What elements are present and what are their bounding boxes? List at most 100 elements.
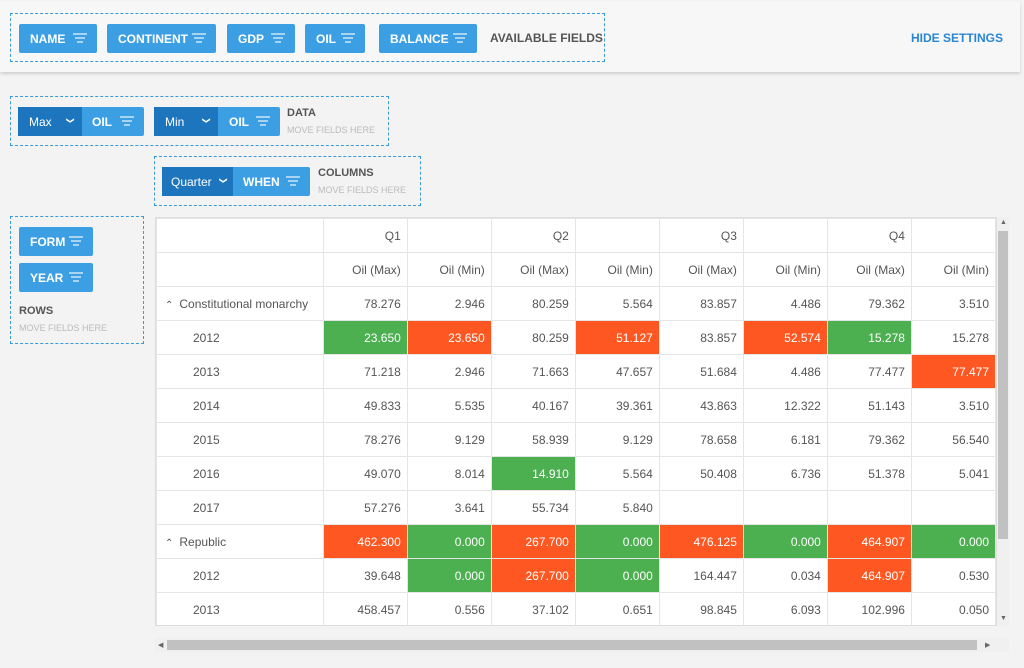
data-cell[interactable]: 23.650 — [322, 320, 408, 355]
data-cell[interactable]: 37.102 — [490, 592, 576, 625]
measure-header[interactable]: Oil (Min) — [406, 252, 492, 287]
measure-header[interactable]: Oil (Max) — [658, 252, 744, 287]
group-row-header[interactable]: ⌃ Constitutional monarchy — [156, 286, 324, 321]
data-cell[interactable]: 12.322 — [742, 388, 828, 423]
filter-icon[interactable] — [192, 33, 206, 43]
quarter-header[interactable]: Q3 — [658, 218, 744, 253]
data-cell[interactable]: 464.907 — [826, 558, 912, 593]
aggregation-dropdown[interactable]: Max ❯ — [18, 107, 82, 136]
data-cell[interactable]: 51.684 — [658, 354, 744, 389]
data-cell[interactable]: 39.648 — [322, 558, 408, 593]
data-cell[interactable]: 2.946 — [406, 354, 492, 389]
quarter-header[interactable]: Q4 — [826, 218, 912, 253]
filter-icon[interactable] — [271, 33, 285, 43]
collapse-icon[interactable]: ⌃ — [165, 538, 173, 549]
group-row-header[interactable]: ⌃ Republic — [156, 524, 324, 559]
data-cell[interactable]: 9.129 — [574, 422, 660, 457]
data-cell[interactable]: 4.486 — [742, 286, 828, 321]
data-cell[interactable] — [658, 490, 744, 525]
data-cell[interactable]: 79.362 — [826, 422, 912, 457]
data-cell[interactable]: 51.378 — [826, 456, 912, 491]
filter-icon[interactable] — [286, 176, 300, 186]
data-cell[interactable]: 78.658 — [658, 422, 744, 457]
data-cell[interactable]: 5.840 — [574, 490, 660, 525]
data-cell[interactable]: 56.540 — [910, 422, 996, 457]
data-cell[interactable]: 3.510 — [910, 388, 996, 423]
data-cell[interactable]: 49.833 — [322, 388, 408, 423]
filter-icon[interactable] — [453, 33, 467, 43]
data-field-chip[interactable]: Max ❯ OIL — [18, 107, 144, 136]
data-cell[interactable]: 57.276 — [322, 490, 408, 525]
vertical-scroll-thumb[interactable] — [998, 231, 1008, 539]
field-chip-oil[interactable]: OIL — [305, 24, 365, 53]
horizontal-scrollbar[interactable]: ◀ ▶ — [155, 638, 1009, 652]
data-cell[interactable]: 80.259 — [490, 286, 576, 321]
data-cell[interactable]: 6.093 — [742, 592, 828, 625]
data-cell[interactable]: 52.574 — [742, 320, 828, 355]
data-cell[interactable]: 0.000 — [574, 558, 660, 593]
data-cell[interactable]: 0.651 — [574, 592, 660, 625]
field-chip-name[interactable]: NAME — [19, 24, 97, 53]
filter-icon[interactable] — [256, 116, 270, 126]
scroll-left-icon[interactable]: ◀ — [158, 641, 163, 649]
data-cell[interactable]: 3.641 — [406, 490, 492, 525]
data-cell[interactable]: 0.000 — [406, 524, 492, 559]
data-cell[interactable]: 78.276 — [322, 422, 408, 457]
data-cell[interactable]: 0.000 — [742, 524, 828, 559]
data-cell[interactable]: 77.477 — [826, 354, 912, 389]
data-cell[interactable]: 58.939 — [490, 422, 576, 457]
data-cell[interactable]: 83.857 — [658, 286, 744, 321]
data-cell[interactable]: 0.000 — [574, 524, 660, 559]
data-cell[interactable]: 43.863 — [658, 388, 744, 423]
data-cell[interactable]: 6.181 — [742, 422, 828, 457]
column-field-chip[interactable]: Quarter ❯ WHEN — [162, 167, 310, 196]
data-cell[interactable]: 5.564 — [574, 286, 660, 321]
data-cell[interactable]: 15.278 — [826, 320, 912, 355]
row-field-chip-year[interactable]: YEAR — [19, 263, 93, 292]
filter-icon[interactable] — [120, 116, 134, 126]
data-cell[interactable]: 8.014 — [406, 456, 492, 491]
data-cell[interactable]: 40.167 — [490, 388, 576, 423]
data-cell[interactable]: 55.734 — [490, 490, 576, 525]
quarter-header[interactable]: Q2 — [490, 218, 576, 253]
data-cell[interactable]: 51.127 — [574, 320, 660, 355]
data-cell[interactable]: 476.125 — [658, 524, 744, 559]
horizontal-scroll-thumb[interactable] — [167, 640, 977, 650]
data-cell[interactable] — [742, 490, 828, 525]
hide-settings-link[interactable]: HIDE SETTINGS — [911, 31, 1003, 45]
data-cell[interactable] — [910, 490, 996, 525]
data-cell[interactable]: 0.000 — [910, 524, 996, 559]
collapse-icon[interactable]: ⌃ — [165, 300, 173, 311]
data-cell[interactable]: 79.362 — [826, 286, 912, 321]
quarter-header[interactable]: Q1 — [322, 218, 408, 253]
aggregation-dropdown[interactable]: Min ❯ — [154, 107, 218, 136]
data-cell[interactable]: 164.447 — [658, 558, 744, 593]
data-cell[interactable]: 14.910 — [490, 456, 576, 491]
scroll-right-icon[interactable]: ▶ — [985, 641, 990, 649]
data-cell[interactable]: 0.000 — [406, 558, 492, 593]
data-cell[interactable]: 0.034 — [742, 558, 828, 593]
filter-icon[interactable] — [341, 33, 355, 43]
data-cell[interactable]: 4.486 — [742, 354, 828, 389]
data-cell[interactable]: 458.457 — [322, 592, 408, 625]
interval-dropdown[interactable]: Quarter ❯ — [162, 167, 233, 196]
data-cell[interactable]: 2.946 — [406, 286, 492, 321]
data-cell[interactable]: 39.361 — [574, 388, 660, 423]
data-cell[interactable]: 462.300 — [322, 524, 408, 559]
data-cell[interactable]: 83.857 — [658, 320, 744, 355]
filter-icon[interactable] — [73, 33, 87, 43]
field-chip-gdp[interactable]: GDP — [227, 24, 295, 53]
row-field-chip-form[interactable]: FORM — [19, 227, 93, 256]
field-chip-continent[interactable]: CONTINENT — [107, 24, 216, 53]
filter-icon[interactable] — [69, 272, 83, 282]
data-cell[interactable]: 15.278 — [910, 320, 996, 355]
data-cell[interactable]: 80.259 — [490, 320, 576, 355]
data-field-chip[interactable]: Min ❯ OIL — [154, 107, 280, 136]
data-cell[interactable]: 267.700 — [490, 524, 576, 559]
measure-header[interactable]: Oil (Min) — [574, 252, 660, 287]
data-cell[interactable]: 5.041 — [910, 456, 996, 491]
data-cell[interactable]: 464.907 — [826, 524, 912, 559]
data-cell[interactable]: 5.564 — [574, 456, 660, 491]
measure-header[interactable]: Oil (Min) — [910, 252, 996, 287]
measure-header[interactable]: Oil (Max) — [322, 252, 408, 287]
